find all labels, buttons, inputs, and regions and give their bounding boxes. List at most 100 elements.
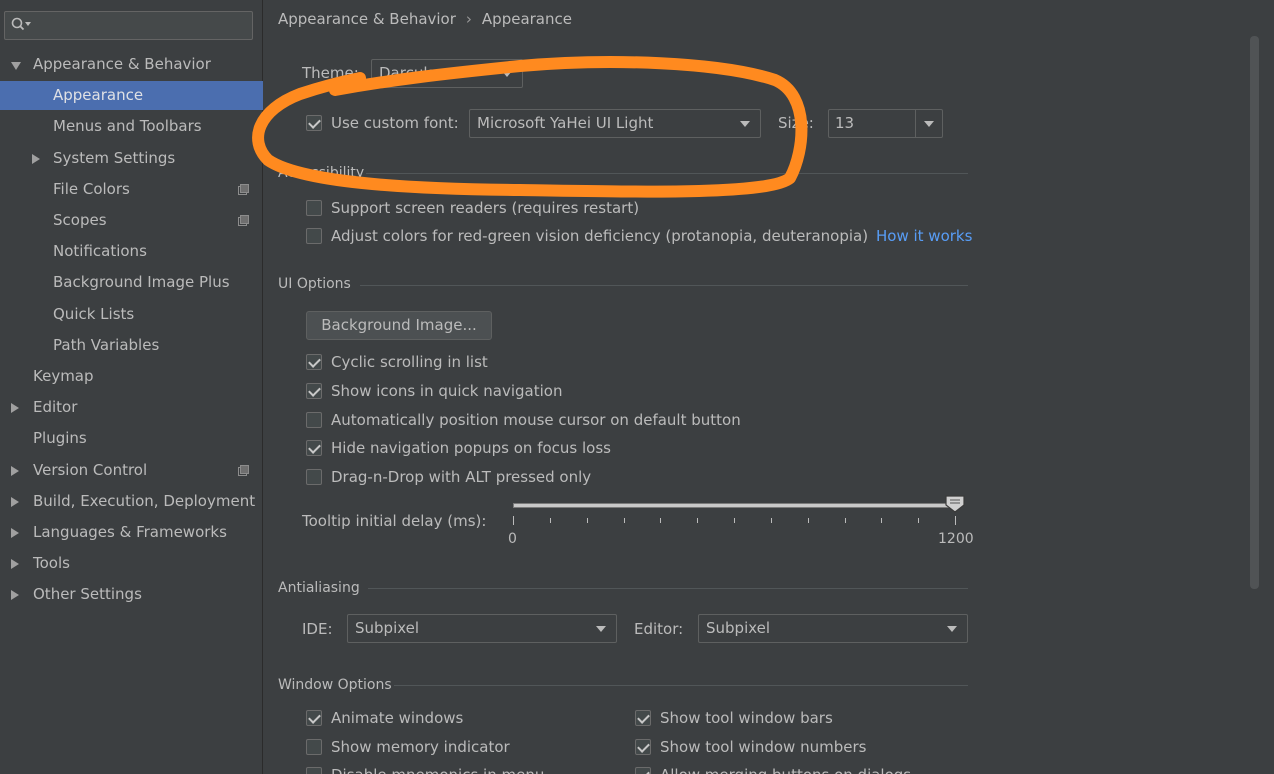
sidebar-item-label: Tools: [33, 554, 70, 572]
scrollbar-thumb[interactable]: [1250, 36, 1259, 589]
cyclic-scrolling-in-list-label: Cyclic scrolling in list: [331, 353, 488, 371]
custom-font-select[interactable]: Microsoft YaHei UI Light: [469, 109, 761, 138]
chevron-right-icon[interactable]: [11, 466, 19, 476]
chevron-down-icon[interactable]: [11, 62, 21, 70]
sidebar-item-label: Editor: [33, 398, 78, 416]
slider-thumb[interactable]: [945, 495, 965, 513]
cyclic-scrolling-in-list-checkbox[interactable]: [306, 354, 322, 370]
show-memory-indicator-checkbox[interactable]: [306, 739, 322, 755]
section-divider: [394, 685, 968, 686]
font-size-combo[interactable]: 13: [828, 109, 943, 138]
antialiasing-section-title: Antialiasing: [278, 580, 360, 596]
use-custom-font-label: Use custom font:: [331, 114, 459, 132]
editor-antialiasing-select[interactable]: Subpixel: [698, 614, 968, 643]
sidebar-item-plugins[interactable]: Plugins: [0, 424, 263, 453]
adjust-colors-checkbox[interactable]: [306, 228, 322, 244]
sidebar-item-label: Scopes: [53, 211, 107, 229]
sidebar-item-background-image-plus[interactable]: Background Image Plus: [0, 268, 263, 297]
theme-select[interactable]: Darcula: [371, 59, 523, 88]
chevron-right-icon[interactable]: [32, 154, 40, 164]
chevron-down-icon: [596, 626, 606, 632]
show-tool-window-bars-checkbox[interactable]: [635, 710, 651, 726]
sidebar-item-other-settings[interactable]: Other Settings: [0, 580, 263, 609]
sidebar-item-appearance[interactable]: Appearance: [0, 81, 263, 110]
screen-readers-label: Support screen readers (requires restart…: [331, 199, 640, 217]
slider-tick: [808, 518, 809, 523]
automatically-position-mouse-cursor-on-default-button-checkbox[interactable]: [306, 412, 322, 428]
how-it-works-link[interactable]: How it works: [876, 227, 972, 245]
breadcrumb-parent[interactable]: Appearance & Behavior: [278, 10, 456, 28]
show-icons-in-quick-navigation-label: Show icons in quick navigation: [331, 382, 563, 400]
chevron-right-icon[interactable]: [11, 528, 19, 538]
sidebar-item-path-variables[interactable]: Path Variables: [0, 331, 263, 360]
sidebar-item-label: Version Control: [33, 461, 148, 479]
sidebar-item-keymap[interactable]: Keymap: [0, 362, 263, 391]
sidebar-item-editor[interactable]: Editor: [0, 393, 263, 422]
chevron-down-icon[interactable]: [924, 121, 934, 127]
use-custom-font-checkbox[interactable]: [306, 115, 322, 131]
ide-antialiasing-value: Subpixel: [355, 619, 420, 637]
show-tool-window-numbers-checkbox[interactable]: [635, 739, 651, 755]
sidebar-item-languages-frameworks[interactable]: Languages & Frameworks: [0, 518, 263, 547]
chevron-right-icon[interactable]: [11, 403, 19, 413]
chevron-down-icon: [740, 121, 750, 127]
sidebar-item-file-colors[interactable]: File Colors: [0, 175, 263, 204]
allow-merging-buttons-on-dialogs-checkbox[interactable]: [635, 767, 651, 774]
sidebar-item-tools[interactable]: Tools: [0, 549, 263, 578]
project-level-icon: [238, 215, 249, 226]
chevron-right-icon[interactable]: [11, 590, 19, 600]
sidebar-item-label: Quick Lists: [53, 305, 135, 323]
show-icons-in-quick-navigation-checkbox[interactable]: [306, 383, 322, 399]
settings-search-input[interactable]: [4, 11, 253, 40]
sidebar-item-version-control[interactable]: Version Control: [0, 456, 263, 485]
sidebar-item-label: Menus and Toolbars: [53, 117, 202, 135]
slider-tick: [513, 516, 514, 525]
chevron-right-icon[interactable]: [11, 497, 19, 507]
chevron-down-icon: [502, 71, 512, 77]
slider-tick: [845, 518, 846, 523]
sidebar-item-build-execution-deployment[interactable]: Build, Execution, Deployment: [0, 487, 263, 516]
background-image-button[interactable]: Background Image...: [306, 311, 492, 340]
project-level-icon: [238, 465, 249, 476]
screen-readers-checkbox[interactable]: [306, 200, 322, 216]
sidebar-item-label: Build, Execution, Deployment: [33, 492, 256, 510]
drag-n-drop-with-alt-pressed-only-checkbox[interactable]: [306, 469, 322, 485]
hide-navigation-popups-on-focus-loss-checkbox[interactable]: [306, 440, 322, 456]
slider-tick: [624, 518, 625, 523]
sidebar-item-menus-and-toolbars[interactable]: Menus and Toolbars: [0, 112, 263, 141]
sidebar-item-quick-lists[interactable]: Quick Lists: [0, 300, 263, 329]
tooltip-delay-slider[interactable]: [513, 503, 956, 508]
show-memory-indicator-label: Show memory indicator: [331, 738, 510, 756]
accessibility-section-title: Accessibility: [278, 165, 365, 181]
combo-divider: [915, 110, 916, 137]
font-size-value: 13: [835, 114, 855, 132]
slider-min-label: 0: [508, 531, 517, 547]
show-tool-window-bars-label: Show tool window bars: [660, 709, 833, 727]
sidebar-item-label: Notifications: [53, 242, 147, 260]
sidebar-item-notifications[interactable]: Notifications: [0, 237, 263, 266]
settings-content: Appearance & Behavior › Appearance Theme: …: [264, 0, 1274, 774]
sidebar-item-system-settings[interactable]: System Settings: [0, 144, 263, 173]
slider-tick: [881, 518, 882, 523]
sidebar-item-label: Background Image Plus: [53, 273, 230, 291]
editor-antialiasing-value: Subpixel: [706, 619, 771, 637]
sidebar-item-scopes[interactable]: Scopes: [0, 206, 263, 235]
slider-tick: [955, 516, 956, 525]
adjust-colors-label: Adjust colors for red-green vision defic…: [331, 227, 869, 245]
slider-tick: [918, 518, 919, 523]
chevron-right-icon[interactable]: [11, 559, 19, 569]
chevron-down-icon: [947, 626, 957, 632]
disable-mnemonics-in-menu-checkbox[interactable]: [306, 767, 322, 774]
search-icon[interactable]: [10, 16, 32, 34]
breadcrumb-separator: ›: [465, 10, 472, 28]
sidebar-item-appearance-behavior[interactable]: Appearance & Behavior: [0, 50, 263, 79]
drag-n-drop-with-alt-pressed-only-label: Drag-n-Drop with ALT pressed only: [331, 468, 592, 486]
slider-tick: [550, 518, 551, 523]
slider-tick: [660, 518, 661, 523]
sidebar-item-label: Plugins: [33, 429, 87, 447]
ide-antialiasing-select[interactable]: Subpixel: [347, 614, 617, 643]
ide-antialiasing-label: IDE:: [302, 620, 333, 638]
theme-value: Darcula: [379, 64, 437, 82]
tooltip-delay-label: Tooltip initial delay (ms):: [302, 512, 487, 530]
animate-windows-checkbox[interactable]: [306, 710, 322, 726]
